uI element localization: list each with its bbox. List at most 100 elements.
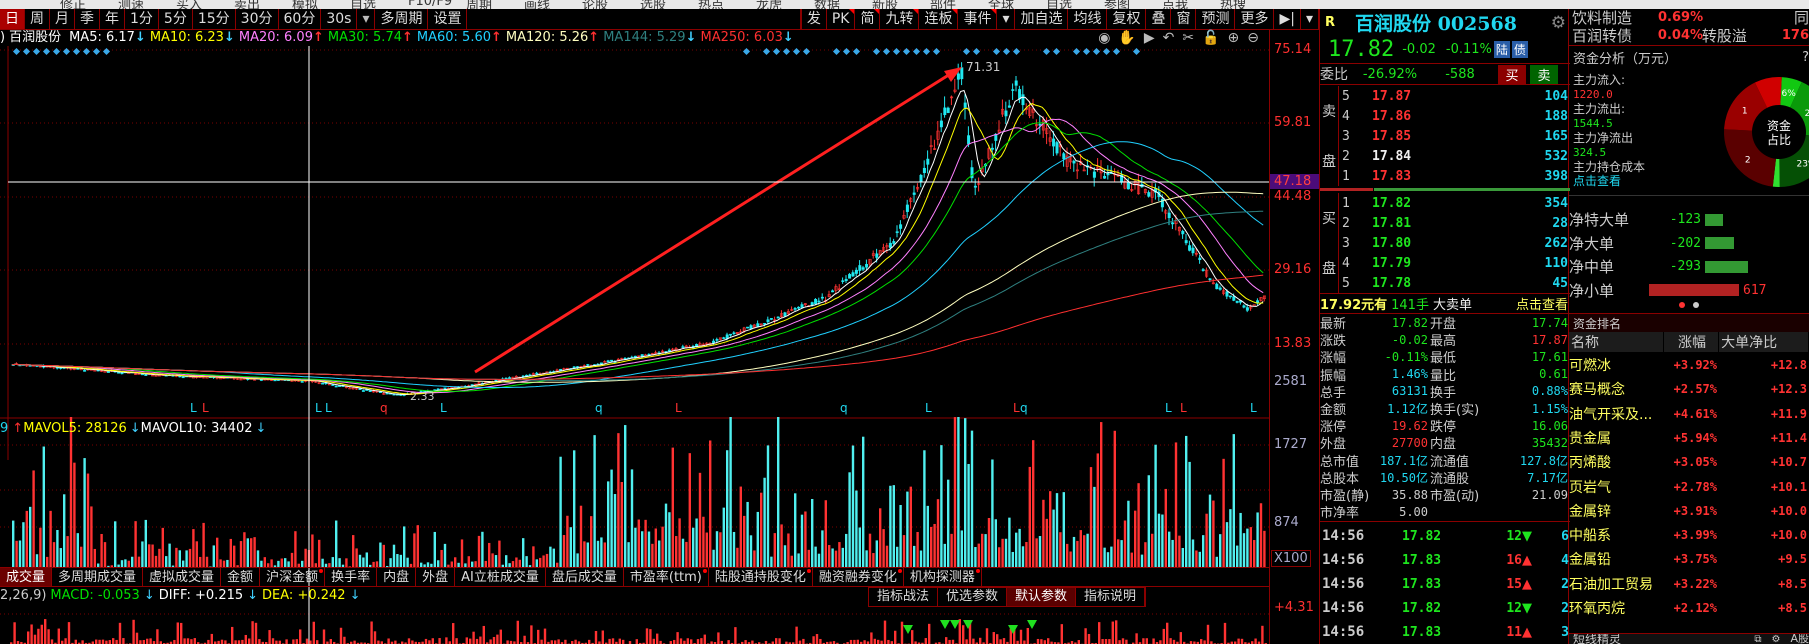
order-book-row[interactable]: 4 17.86 188 [1320,106,1570,126]
indicator-tab[interactable]: 多周期成交量 [52,568,144,586]
indicator-tab[interactable]: 机构探测器 [904,568,982,586]
level: 3 [1342,128,1350,144]
macd-bar [173,639,176,644]
stat-label: 跌停 [1430,420,1457,436]
order-book-row[interactable]: 5 17.87 104 [1320,86,1570,106]
ranking-row[interactable]: 页岩气 +2.78% +10.1 [1569,475,1809,499]
kline-chart[interactable]: 71.312.33L L L Lq Lq Lq L Lq L L L [0,0,1269,644]
volume-bar [389,558,392,567]
ranking-row[interactable]: 环氧丙烷 +2.12% +8.5 [1569,596,1809,620]
candle [888,242,892,248]
tick-volume: 11 [1506,624,1522,640]
macd-bar [299,629,302,644]
indicator-tab[interactable]: AI立桩成交量 [455,568,546,586]
short-term-wizard-tab[interactable]: 短线精灵 [1573,634,1621,644]
macd-bar [1115,620,1118,644]
sell-button[interactable]: 卖 [1530,64,1558,84]
stat-label: 最高 [1430,334,1457,350]
toolbar-button[interactable]: ▾ [1301,9,1319,29]
volume-bar [1232,434,1235,567]
volume-indicator-tabs: 成交量 多周期成交量 虚拟成交量 金额 沪深金额 换手率 内盘 外盘 AI立桩成交量 盘后成交量市… [0,567,1269,587]
indicator-option-button[interactable]: 指标战法 [869,588,939,606]
candle [865,264,869,268]
page-dot[interactable] [1693,302,1699,308]
order-book-row[interactable]: 1 17.82 354 [1320,193,1570,213]
indicator-option-button[interactable]: 指标说明 [1076,588,1146,606]
help-icon[interactable]: ? [1802,50,1809,65]
volume-bar [76,533,79,567]
indicator-tab[interactable]: 虚拟成交量 [143,568,222,586]
ranking-row[interactable]: 石油加工贸易 +3.22% +8.5 [1569,572,1809,596]
macd-bar [1104,639,1108,644]
order-book-row[interactable]: 3 17.85 165 [1320,126,1570,146]
indicator-tab[interactable]: 金额 [221,568,261,586]
indicator-tab[interactable]: 沪深金额 [260,568,326,586]
indicator-option-button[interactable]: 默认参数 [1007,588,1077,606]
ranking-row[interactable]: 可燃冰 +3.92% +12.8 [1569,353,1809,377]
tag-badge[interactable]: 陆 [1493,41,1510,58]
ranking-row[interactable]: 中船系 +3.99% +10.0 [1569,523,1809,547]
volume-bar [552,548,555,567]
ranking-row[interactable]: 贵金属 +5.94% +11.4 [1569,426,1809,450]
page-dot-active[interactable] [1679,302,1685,308]
volume-bar [42,446,45,567]
gear-icon[interactable]: ⚙ [1551,13,1566,33]
bond-name[interactable]: 百润转债 [1572,25,1658,46]
volume-bar [1154,444,1157,567]
popout-icon[interactable]: ⧉ [1754,634,1761,644]
indicator-tab[interactable]: 市盈率(ttm) [624,568,709,586]
order-book-row[interactable]: 4 17.79 110 [1320,253,1570,273]
bond-premium-value: 176 [1781,27,1809,43]
candle [1208,278,1212,281]
indicator-tab[interactable]: 外盘 [416,568,456,586]
volume-bar [1168,531,1171,567]
ranking-row[interactable]: 油气开采及... +4.61% +11.9 [1569,402,1809,426]
ranking-column-header[interactable]: 大单净比 [1719,332,1809,352]
macd-bar [37,628,40,644]
order-book-row[interactable]: 2 17.84 532 [1320,146,1570,166]
volume-bar [991,459,994,567]
volume-bar [770,556,773,567]
volume-bar [270,559,273,567]
ranking-row[interactable]: 金属铅 +3.75% +9.5 [1569,547,1809,571]
macd-bar [329,639,332,644]
pie-label: 6% [1782,89,1797,99]
view-link[interactable]: 点击查看 [1516,294,1570,313]
stat-value: 1.15% [1531,401,1568,416]
pie-center-label: 占比 [1767,132,1791,147]
order-book-row[interactable]: 3 17.80 262 [1320,233,1570,253]
indicator-tab[interactable]: 内盘 [377,568,417,586]
indicator-option-button[interactable]: 优选参数 [938,588,1008,606]
volume-bar [243,532,246,567]
indicator-tab[interactable]: 成交量 [0,568,53,586]
indicator-tab[interactable]: 盘后成交量 [546,568,624,586]
ranking-column-header[interactable]: 名称 [1569,332,1663,352]
ranking-row[interactable]: 丙烯酸 +3.05% +10.7 [1569,450,1809,474]
volume-bar [1229,509,1232,567]
order-book-row[interactable]: 1 17.83 398 [1320,166,1570,186]
tag-badge[interactable]: 债 [1511,41,1528,58]
cost-view-link[interactable]: 点击查看 [1573,172,1621,189]
macd-bar [292,639,295,644]
a-share-tab[interactable]: A股 [1790,634,1809,644]
indicator-tab[interactable]: 换手率 [325,568,378,586]
macd-bar [95,639,98,644]
toolbar-button[interactable]: ▶| [1274,9,1301,29]
volume-bar [124,559,127,567]
sector-name: 中船系 [1569,528,1611,545]
order-book-row[interactable]: 2 17.81 28 [1320,213,1570,233]
indicator-tab[interactable]: 融资融券变化 [813,568,904,586]
indicator-tab[interactable]: 陆股通持股变化 [709,568,813,586]
macd-bar [815,634,819,644]
volume-bar [1185,435,1188,567]
macd-bar [220,639,224,644]
order-book-row[interactable]: 5 17.78 45 [1320,273,1570,293]
ranking-row[interactable]: 赛马概念 +2.57% +12.3 [1569,377,1809,401]
order-volume: 104 [1544,88,1568,104]
buy-button[interactable]: 买 [1498,64,1526,84]
gear-icon[interactable]: ⚙ [1772,634,1781,644]
macd-bar [877,639,880,644]
ranking-column-header[interactable]: 涨幅 [1663,332,1719,352]
ranking-row[interactable]: 金属锌 +3.91% +10.0 [1569,499,1809,523]
macd-bar [1203,640,1206,644]
